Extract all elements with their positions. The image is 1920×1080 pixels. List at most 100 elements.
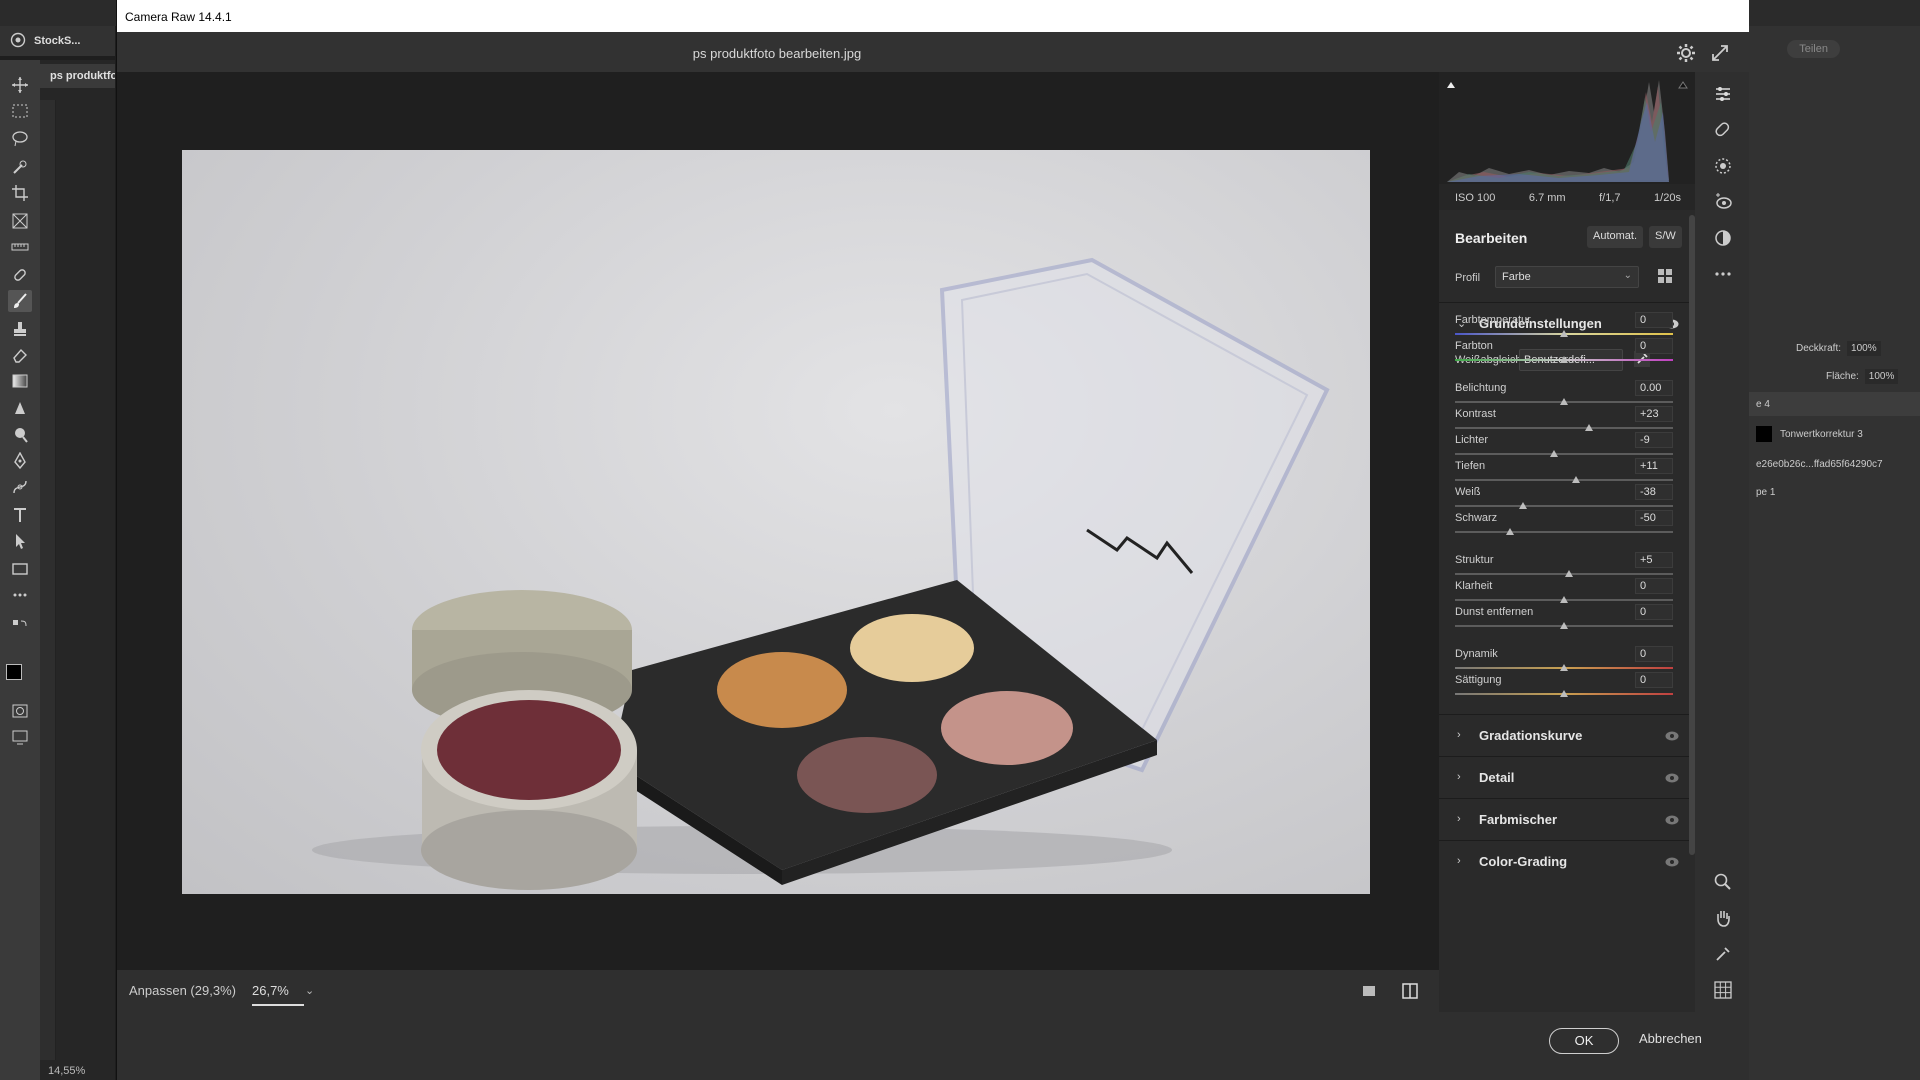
healing-brush-tool-icon[interactable] — [8, 264, 32, 286]
home-label[interactable]: StockS... — [34, 35, 80, 47]
stamp-tool-icon[interactable] — [8, 318, 32, 340]
slider-track[interactable] — [1455, 505, 1673, 507]
cancel-button[interactable]: Abbrechen — [1639, 1031, 1702, 1046]
eye-icon[interactable] — [1665, 730, 1679, 744]
gear-icon[interactable] — [1675, 42, 1697, 64]
chevron-down-icon[interactable]: ⌄ — [305, 984, 314, 997]
slider-sättigung[interactable]: Sättigung 0 — [1455, 672, 1673, 704]
section-header-color-grading[interactable]: › Color-Grading — [1439, 840, 1695, 882]
slider-value-field[interactable]: -38 — [1635, 484, 1673, 500]
slider-farbton[interactable]: Farbton 0 — [1455, 338, 1673, 370]
move-tool-icon[interactable] — [8, 74, 32, 96]
slider-value-field[interactable]: -50 — [1635, 510, 1673, 526]
hand-icon[interactable] — [1713, 908, 1733, 928]
slider-value-field[interactable]: +23 — [1635, 406, 1673, 422]
slider-thumb[interactable] — [1518, 502, 1527, 509]
slider-value-field[interactable]: 0 — [1635, 312, 1673, 328]
slider-thumb[interactable] — [1571, 476, 1580, 483]
slider-dunst-entfernen[interactable]: Dunst entfernen 0 — [1455, 604, 1673, 636]
foreground-color-swatch[interactable] — [6, 664, 22, 680]
grid-icon[interactable] — [1713, 980, 1733, 1000]
profile-browser-icon[interactable] — [1657, 268, 1673, 284]
slider-value-field[interactable]: 0 — [1635, 672, 1673, 688]
marquee-tool-icon[interactable] — [8, 100, 32, 122]
document-tab[interactable]: ps produktfo — [40, 64, 115, 88]
slider-track[interactable] — [1455, 479, 1673, 481]
eye-icon[interactable] — [1665, 856, 1679, 870]
slider-track[interactable] — [1455, 573, 1673, 575]
slider-value-field[interactable]: +5 — [1635, 552, 1673, 568]
zoom-icon[interactable] — [1713, 872, 1733, 892]
eraser-tool-icon[interactable] — [8, 344, 32, 366]
slider-thumb[interactable] — [1560, 596, 1568, 603]
layer-bg-row[interactable]: pe 1 — [1748, 480, 1920, 504]
mask-icon[interactable] — [1713, 156, 1733, 176]
dodge-tool-icon[interactable] — [8, 424, 32, 446]
slider-thumb[interactable] — [1585, 424, 1594, 431]
slider-thumb[interactable] — [1565, 570, 1574, 577]
before-after-icon[interactable] — [1401, 982, 1419, 1000]
more-options-icon[interactable] — [1713, 264, 1733, 284]
edit-sliders-icon[interactable] — [1713, 84, 1733, 104]
slider-value-field[interactable]: 0 — [1635, 578, 1673, 594]
eye-icon[interactable] — [1665, 772, 1679, 786]
slider-thumb[interactable] — [1550, 450, 1559, 457]
slider-value-field[interactable]: +11 — [1635, 458, 1673, 474]
quick-mask-icon[interactable] — [8, 700, 32, 722]
slider-thumb[interactable] — [1560, 356, 1568, 363]
brush-tool-icon[interactable] — [8, 290, 32, 312]
bw-button[interactable]: S/W — [1649, 226, 1682, 248]
red-eye-icon[interactable] — [1713, 192, 1733, 212]
layer-adjustment-row[interactable]: Tonwertkorrektur 3 — [1748, 422, 1920, 446]
slider-thumb[interactable] — [1505, 528, 1514, 535]
fit-zoom-button[interactable]: Anpassen (29,3%) — [129, 983, 236, 998]
home-icon[interactable] — [10, 32, 26, 51]
presets-icon[interactable] — [1713, 228, 1733, 248]
gradient-tool-icon[interactable] — [8, 370, 32, 392]
slider-value-field[interactable]: 0 — [1635, 646, 1673, 662]
zoom-level[interactable]: 26,7% — [252, 983, 304, 1006]
slider-thumb[interactable] — [1560, 622, 1568, 629]
curvature-pen-tool-icon[interactable] — [8, 476, 32, 498]
lasso-tool-icon[interactable] — [8, 128, 32, 150]
slider-schwarz[interactable]: Schwarz -50 — [1455, 510, 1673, 542]
slider-value-field[interactable]: -9 — [1635, 432, 1673, 448]
crop-tool-icon[interactable] — [8, 182, 32, 204]
color-swap-icon[interactable] — [8, 616, 32, 638]
auto-button[interactable]: Automat. — [1587, 226, 1644, 248]
layer-group-row[interactable]: e 4 — [1748, 392, 1920, 416]
path-selection-tool-icon[interactable] — [8, 530, 32, 552]
section-header-gradationskurve[interactable]: › Gradationskurve — [1439, 714, 1695, 756]
eye-icon[interactable] — [1665, 814, 1679, 828]
quick-select-tool-icon[interactable] — [8, 156, 32, 178]
share-button[interactable]: Teilen — [1787, 40, 1840, 58]
slider-track[interactable] — [1455, 453, 1673, 455]
opacity-value[interactable]: 100% — [1847, 340, 1881, 356]
fill-value[interactable]: 100% — [1864, 368, 1899, 384]
ok-button[interactable]: OK — [1549, 1028, 1619, 1054]
image-preview-area[interactable] — [117, 72, 1439, 970]
more-tools-icon[interactable] — [8, 584, 32, 606]
slider-thumb[interactable] — [1560, 690, 1568, 697]
healing-icon[interactable] — [1713, 120, 1733, 140]
slider-thumb[interactable] — [1560, 330, 1568, 337]
slider-track[interactable] — [1455, 427, 1673, 429]
layer-smart-row[interactable]: e26e0b26c...ffad65f64290c7 — [1748, 452, 1920, 476]
slider-value-field[interactable]: 0 — [1635, 338, 1673, 354]
blur-tool-icon[interactable] — [8, 398, 32, 420]
slider-thumb[interactable] — [1560, 664, 1568, 671]
slider-thumb[interactable] — [1560, 398, 1568, 405]
single-view-icon[interactable] — [1361, 983, 1377, 999]
color-sampler-icon[interactable] — [1713, 944, 1733, 964]
fullscreen-icon[interactable] — [1709, 42, 1731, 64]
rectangle-tool-icon[interactable] — [8, 558, 32, 580]
type-tool-icon[interactable] — [8, 504, 32, 526]
section-header-detail[interactable]: › Detail — [1439, 756, 1695, 798]
screen-mode-icon[interactable] — [8, 726, 32, 748]
frame-tool-icon[interactable] — [8, 210, 32, 232]
section-header-farbmischer[interactable]: › Farbmischer — [1439, 798, 1695, 840]
profile-select[interactable]: Farbe ⌄ — [1495, 266, 1639, 288]
slider-value-field[interactable]: 0.00 — [1635, 380, 1673, 396]
slider-track[interactable] — [1455, 531, 1673, 533]
pen-tool-icon[interactable] — [8, 450, 32, 472]
